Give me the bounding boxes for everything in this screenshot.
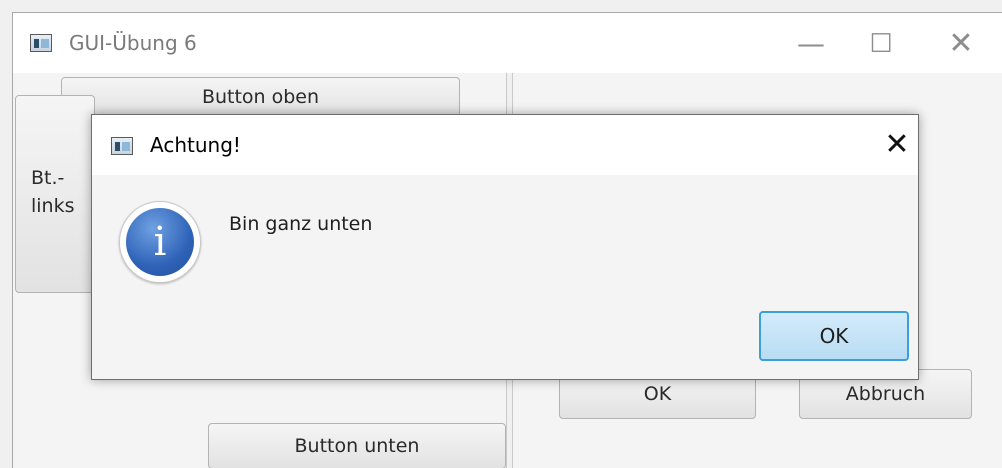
dialog-title: Achtung! [150, 133, 241, 157]
dialog-close-icon[interactable]: ✕ [880, 128, 914, 162]
maximize-icon[interactable]: ☐ [861, 27, 901, 61]
button-left[interactable]: Bt.- links [15, 95, 95, 293]
dialog-app-icon [111, 137, 133, 155]
info-icon-glyph: i [153, 219, 167, 265]
app-icon [30, 34, 52, 52]
main-titlebar[interactable]: GUI-Übung 6 — ☐ ✕ [13, 13, 1002, 73]
button-left-label-line1: Bt.- [31, 167, 65, 189]
button-bottom[interactable]: Button unten [208, 423, 506, 468]
button-top[interactable]: Button oben [61, 77, 460, 117]
info-icon: i [119, 201, 201, 283]
close-icon[interactable]: ✕ [941, 27, 981, 61]
window-title: GUI-Übung 6 [69, 31, 197, 55]
button-left-label-line2: links [31, 195, 75, 217]
dialog-titlebar[interactable]: Achtung! ✕ [92, 115, 918, 175]
dialog-message: Bin ganz unten [229, 213, 373, 235]
dialog-ok-button[interactable]: OK [759, 311, 909, 361]
alert-dialog: Achtung! ✕ i Bin ganz unten OK [91, 114, 919, 380]
minimize-icon[interactable]: — [791, 27, 831, 61]
